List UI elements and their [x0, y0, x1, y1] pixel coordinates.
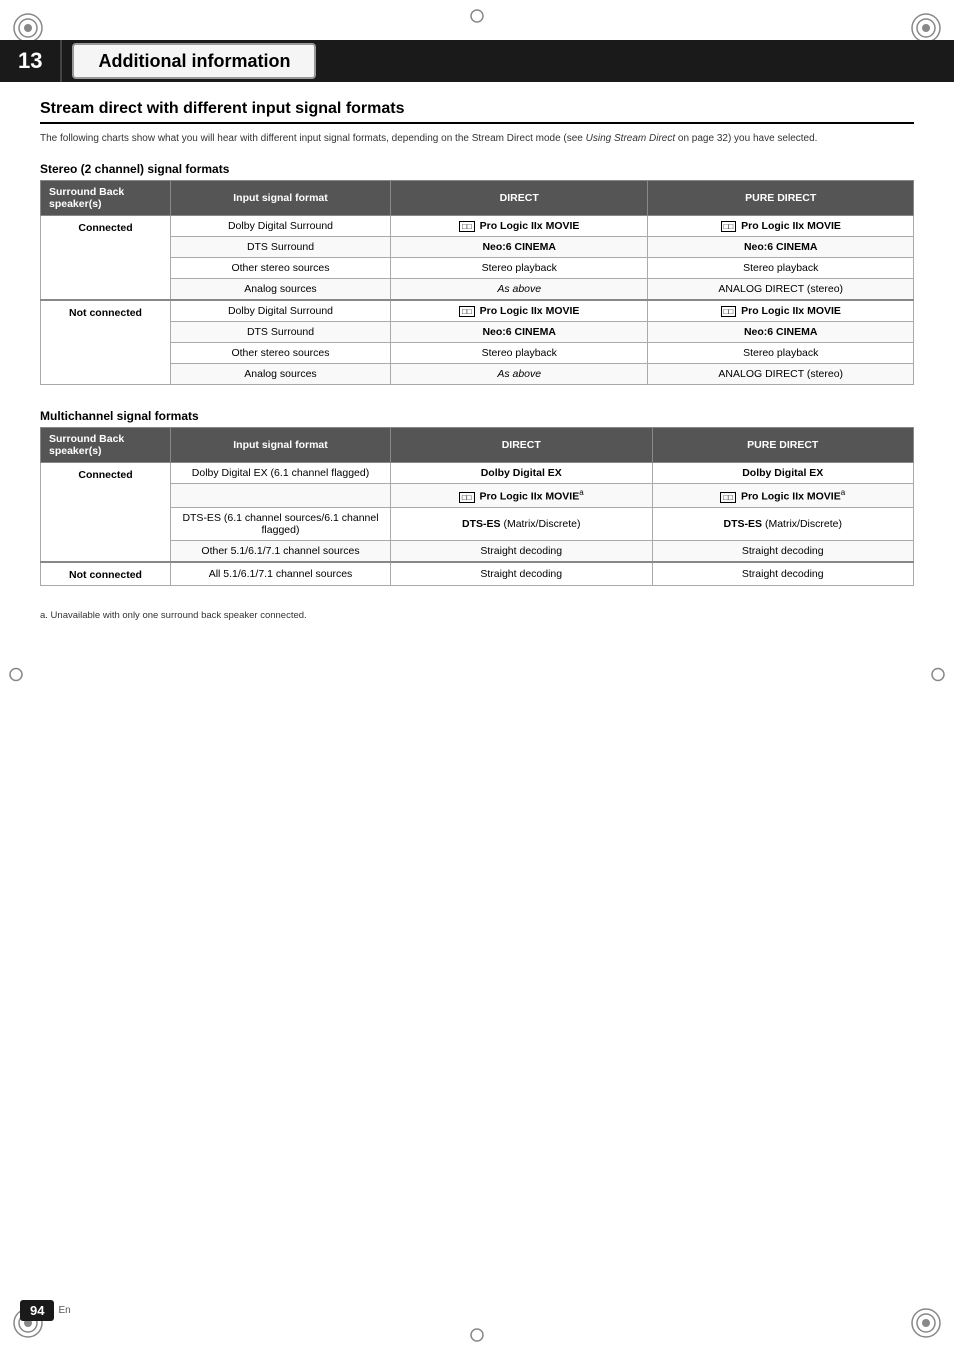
table-row: Analog sources As above ANALOG DIRECT (s…	[41, 279, 914, 301]
pure-straight-1: Straight decoding	[652, 540, 914, 562]
stereo-subsection-title: Stereo (2 channel) signal formats	[40, 162, 914, 176]
input-pro-logic-sub	[171, 484, 391, 508]
chapter-title: Additional information	[98, 51, 290, 72]
input-analog: Analog sources	[171, 279, 391, 301]
input-dolby-ex: Dolby Digital EX (6.1 channel flagged)	[171, 463, 391, 484]
direct-neo6-1: Neo:6 CINEMA	[391, 237, 648, 258]
direct-analog-1: As above	[391, 279, 648, 301]
mc-header-col2: Input signal format	[171, 428, 391, 463]
main-content: Stream direct with different input signa…	[40, 100, 914, 621]
mc-header-col3: DIRECT	[391, 428, 653, 463]
direct-pro-logic-2: □□ Pro Logic IIx MOVIE	[391, 300, 648, 322]
multichannel-table: Surround Back speaker(s) Input signal fo…	[40, 427, 914, 586]
direct-straight-1: Straight decoding	[391, 540, 653, 562]
table-row: Analog sources As above ANALOG DIRECT (s…	[41, 364, 914, 385]
section-intro: The following charts show what you will …	[40, 132, 914, 146]
pure-straight-2: Straight decoding	[652, 562, 914, 586]
chapter-number: 13	[0, 40, 62, 82]
input-other-stereo-2: Other stereo sources	[171, 343, 391, 364]
input-dolby-digital: Dolby Digital Surround	[171, 216, 391, 237]
stereo-table: Surround Back speaker(s) Input signal fo…	[40, 180, 914, 385]
direct-analog-2: As above	[391, 364, 648, 385]
input-dts-surround-2: DTS Surround	[171, 322, 391, 343]
direct-dts-es: DTS-ES (Matrix/Discrete)	[391, 507, 653, 540]
page-number: 94	[20, 1300, 54, 1321]
table-row: Connected Dolby Digital Surround □□ Pro …	[41, 216, 914, 237]
pure-neo6-2: Neo:6 CINEMA	[648, 322, 914, 343]
table-row: Not connected All 5.1/6.1/7.1 channel so…	[41, 562, 914, 586]
stereo-header-col2: Input signal format	[171, 181, 391, 216]
table-row: □□ Pro Logic IIx MOVIEa □□ Pro Logic IIx…	[41, 484, 914, 508]
page-footer: 94 En	[20, 1300, 71, 1321]
input-other-stereo: Other stereo sources	[171, 258, 391, 279]
speaker-connected-mc: Connected	[41, 463, 171, 562]
pure-dolby-ex: Dolby Digital EX	[652, 463, 914, 484]
table-row: DTS Surround Neo:6 CINEMA Neo:6 CINEMA	[41, 237, 914, 258]
table-row: DTS-ES (6.1 channel sources/6.1 channel …	[41, 507, 914, 540]
footnote: a. Unavailable with only one surround ba…	[40, 610, 914, 621]
page-lang: En	[58, 1305, 70, 1316]
direct-pro-logic-1: □□ Pro Logic IIx MOVIE	[391, 216, 648, 237]
stereo-header-col3: DIRECT	[391, 181, 648, 216]
input-dts-surround: DTS Surround	[171, 237, 391, 258]
multichannel-subsection-title: Multichannel signal formats	[40, 409, 914, 423]
pure-pro-logic-2: □□ Pro Logic IIx MOVIE	[648, 300, 914, 322]
chapter-title-box: Additional information	[72, 43, 316, 79]
speaker-not-connected-stereo: Not connected	[41, 300, 171, 385]
speaker-not-connected-mc: Not connected	[41, 562, 171, 586]
right-side-decoration	[930, 634, 946, 717]
corner-decoration-br	[906, 1303, 946, 1343]
mc-header-col1: Surround Back speaker(s)	[41, 428, 171, 463]
direct-pro-logic-mc: □□ Pro Logic IIx MOVIEa	[391, 484, 653, 508]
direct-neo6-2: Neo:6 CINEMA	[391, 322, 648, 343]
direct-stereo-1: Stereo playback	[391, 258, 648, 279]
pure-neo6-1: Neo:6 CINEMA	[648, 237, 914, 258]
table-row: Connected Dolby Digital EX (6.1 channel …	[41, 463, 914, 484]
table-row: Other stereo sources Stereo playback Ste…	[41, 258, 914, 279]
pure-stereo-1: Stereo playback	[648, 258, 914, 279]
pure-analog-1: ANALOG DIRECT (stereo)	[648, 279, 914, 301]
table-row: Other stereo sources Stereo playback Ste…	[41, 343, 914, 364]
stereo-header-col4: PURE DIRECT	[648, 181, 914, 216]
direct-stereo-2: Stereo playback	[391, 343, 648, 364]
table-row: DTS Surround Neo:6 CINEMA Neo:6 CINEMA	[41, 322, 914, 343]
input-other-51: Other 5.1/6.1/7.1 channel sources	[171, 540, 391, 562]
pure-dts-es: DTS-ES (Matrix/Discrete)	[652, 507, 914, 540]
input-dts-es: DTS-ES (6.1 channel sources/6.1 channel …	[171, 507, 391, 540]
left-side-decoration	[8, 634, 24, 717]
top-center-decoration	[457, 8, 497, 24]
input-analog-2: Analog sources	[171, 364, 391, 385]
pure-stereo-2: Stereo playback	[648, 343, 914, 364]
speaker-connected: Connected	[41, 216, 171, 301]
direct-straight-2: Straight decoding	[391, 562, 653, 586]
table-row: Other 5.1/6.1/7.1 channel sources Straig…	[41, 540, 914, 562]
stereo-header-col1: Surround Back speaker(s)	[41, 181, 171, 216]
section-title: Stream direct with different input signa…	[40, 100, 914, 124]
header-bar: 13 Additional information	[0, 40, 954, 82]
table-row: Not connected Dolby Digital Surround □□ …	[41, 300, 914, 322]
input-all-51: All 5.1/6.1/7.1 channel sources	[171, 562, 391, 586]
direct-dolby-ex: Dolby Digital EX	[391, 463, 653, 484]
pure-pro-logic-mc: □□ Pro Logic IIx MOVIEa	[652, 484, 914, 508]
input-dolby-digital-2: Dolby Digital Surround	[171, 300, 391, 322]
pure-analog-2: ANALOG DIRECT (stereo)	[648, 364, 914, 385]
mc-header-col4: PURE DIRECT	[652, 428, 914, 463]
bottom-center-decoration	[457, 1327, 497, 1343]
pure-pro-logic-1: □□ Pro Logic IIx MOVIE	[648, 216, 914, 237]
